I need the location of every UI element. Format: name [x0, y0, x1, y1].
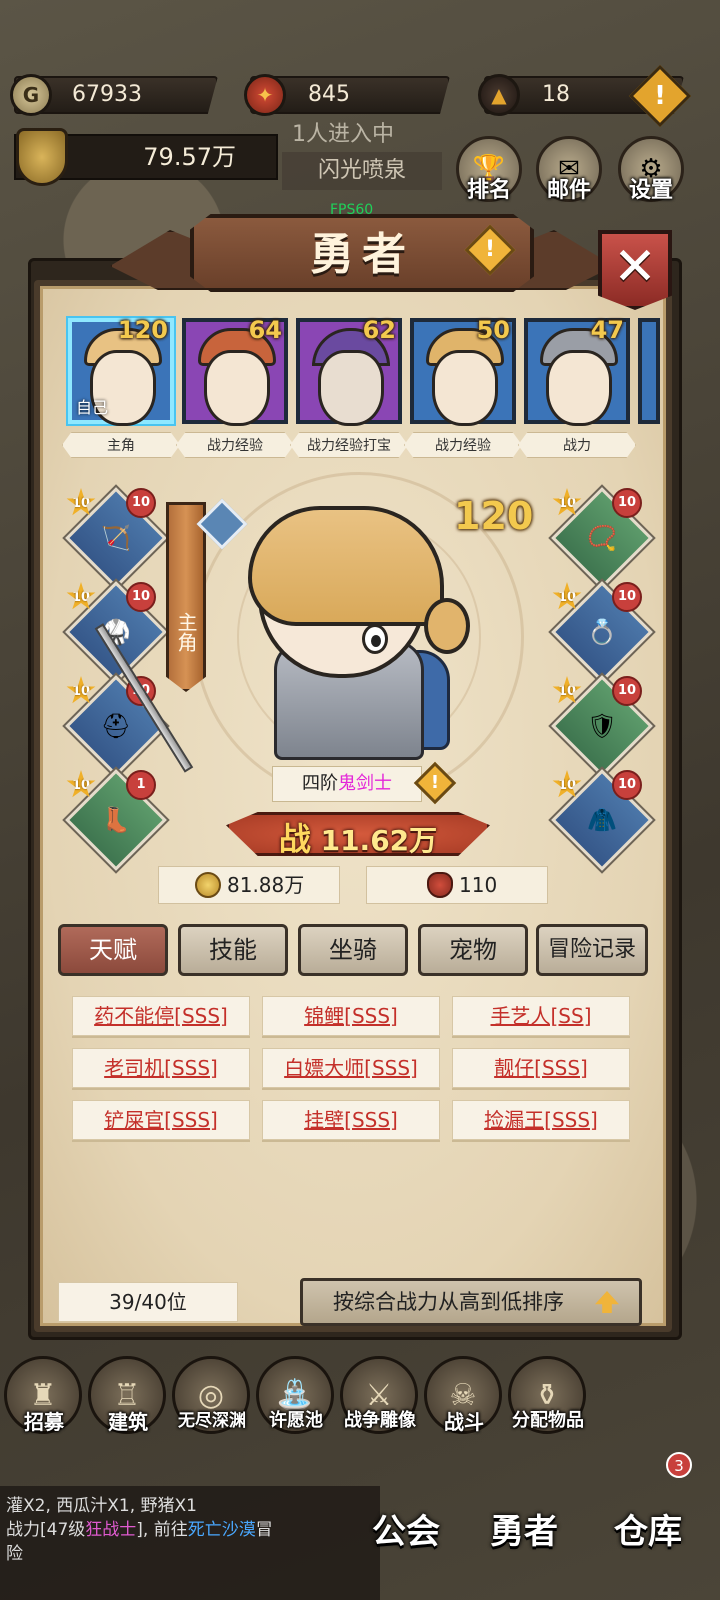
- hero-portrait: [546, 350, 612, 426]
- hero-card-6-partial[interactable]: [638, 318, 660, 424]
- hero-card-1[interactable]: 120 自己: [68, 316, 174, 426]
- enhance-badge: 10: [612, 582, 642, 612]
- close-button[interactable]: ✕: [598, 230, 672, 310]
- hero-portrait: [318, 350, 384, 426]
- main-tab-guild[interactable]: 公会: [372, 1504, 440, 1553]
- hero-level: 47: [590, 316, 624, 344]
- talent-item[interactable]: 铲屎官[SSS]: [72, 1100, 250, 1140]
- hero-main-level: 120: [454, 494, 534, 538]
- hero-level: 120: [117, 316, 168, 344]
- shield-icon: [16, 128, 68, 186]
- enhance-badge: 1: [126, 770, 156, 800]
- hero-role-tag: 战力: [518, 432, 636, 458]
- sort-label: 按综合战力从高到低排序: [333, 1290, 564, 1314]
- notification-badge: 3: [666, 1452, 692, 1478]
- cloak-icon: 🧥: [587, 806, 617, 834]
- hero-card-4[interactable]: 50: [410, 316, 516, 426]
- settings-label: 设置: [628, 178, 673, 203]
- hero-class-label: 四阶鬼剑士: [272, 766, 422, 802]
- role-banner: 主角: [166, 502, 206, 692]
- tab-adventure-log[interactable]: 冒险记录: [536, 924, 648, 976]
- hero-role-tag: 战力经验: [176, 432, 294, 458]
- sort-up-icon: [595, 1291, 619, 1313]
- hero-card-2[interactable]: 64: [182, 316, 288, 426]
- crossbow-icon: 🏹: [101, 524, 131, 552]
- talent-item[interactable]: 老司机[SSS]: [72, 1048, 250, 1088]
- tab-mount[interactable]: 坐骑: [298, 924, 408, 976]
- power-prefix: 战: [278, 820, 311, 858]
- medal-icon: [427, 872, 453, 898]
- talent-item[interactable]: 挂壁[SSS]: [262, 1100, 440, 1140]
- sort-button[interactable]: 按综合战力从高到低排序: [300, 1278, 642, 1326]
- shoulder-icon: 🛡: [586, 712, 618, 740]
- tab-talent[interactable]: 天赋: [58, 924, 168, 976]
- boots-icon: 👢: [101, 806, 131, 834]
- talent-item[interactable]: 靓仔[SSS]: [452, 1048, 630, 1088]
- hero-role-tag: 主角: [62, 432, 180, 458]
- tab-skill[interactable]: 技能: [178, 924, 288, 976]
- entering-status: 1人进入中: [292, 122, 394, 147]
- self-tag: 自己: [76, 398, 109, 417]
- hero-role-tag: 战力经验: [404, 432, 522, 458]
- hero-portrait: [432, 350, 498, 426]
- talent-item[interactable]: 手艺人[SS]: [452, 996, 630, 1036]
- talent-item[interactable]: 捡漏王[SSS]: [452, 1100, 630, 1140]
- hero-gold-stat: 81.88万: [158, 866, 340, 904]
- chat-line: 灌X2, 西瓜汁X1, 野猪X1: [6, 1496, 198, 1516]
- main-tab-warehouse[interactable]: 仓库: [614, 1504, 682, 1553]
- chat-line: 战力[47级狂战士], 前往死亡沙漠冒: [6, 1520, 273, 1540]
- medal-icon: ✦: [244, 74, 286, 116]
- hero-level: 62: [362, 316, 396, 344]
- hero-card-3[interactable]: 62: [296, 316, 402, 426]
- tab-pet[interactable]: 宠物: [418, 924, 528, 976]
- enhance-badge: 10: [126, 488, 156, 518]
- necklace-icon: 📿: [587, 524, 617, 552]
- ranking-label: 排名: [466, 178, 511, 203]
- chat-feed[interactable]: 灌X2, 西瓜汁X1, 野猪X1 战力[47级狂战士], 前往死亡沙漠冒 险: [0, 1486, 380, 1600]
- mail-label: 邮件: [546, 178, 591, 203]
- location-label[interactable]: 闪光喷泉: [282, 152, 442, 190]
- chat-line: 险: [6, 1544, 23, 1564]
- hero-hair-bun: [424, 598, 470, 654]
- hero-role-tag: 战力经验打宝: [290, 432, 408, 458]
- gold-coin-icon: G: [10, 74, 52, 116]
- power-value: 11.62万: [320, 824, 438, 857]
- main-tab-heroes[interactable]: 勇者: [490, 1504, 558, 1553]
- coin-icon: [195, 872, 221, 898]
- hero-level: 64: [248, 316, 282, 344]
- enhance-badge: 10: [126, 582, 156, 612]
- hero-level: 50: [476, 316, 510, 344]
- hero-medal-stat: 110: [366, 866, 548, 904]
- nav-label: 分配物品: [512, 1410, 584, 1431]
- talent-item[interactable]: 药不能停[SSS]: [72, 996, 250, 1036]
- enhance-badge: 10: [612, 676, 642, 706]
- gem-icon: ▲: [478, 74, 520, 116]
- hero-power: 战 11.62万: [226, 814, 490, 860]
- talent-item[interactable]: 白嫖大师[SSS]: [262, 1048, 440, 1088]
- hero-portrait: [204, 350, 270, 426]
- class-name: 鬼剑士: [338, 773, 392, 794]
- enhance-badge: 10: [612, 770, 642, 800]
- roster-count: 39/40位: [58, 1282, 238, 1322]
- hero-eye: [362, 624, 388, 654]
- hero-hair: [248, 506, 444, 626]
- enhance-badge: 10: [612, 488, 642, 518]
- rank-text: 四阶: [302, 773, 338, 794]
- talent-item[interactable]: 锦鲤[SSS]: [262, 996, 440, 1036]
- hero-card-5[interactable]: 47: [524, 316, 630, 426]
- ring-icon: 💍: [587, 618, 617, 646]
- helmet-icon: ⛑: [100, 712, 132, 740]
